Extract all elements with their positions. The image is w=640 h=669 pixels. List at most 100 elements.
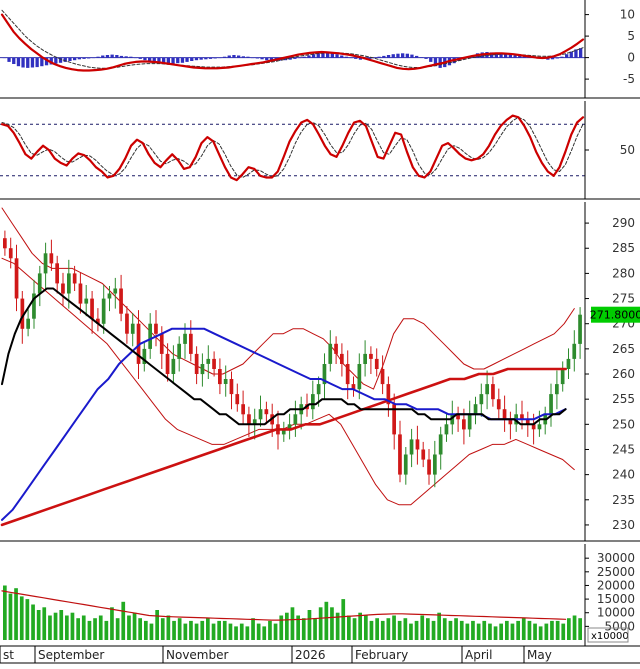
macd-histogram-bar	[2, 57, 6, 59]
volume-bar	[420, 615, 425, 640]
volume-bar	[183, 623, 188, 640]
volume-bar	[98, 615, 103, 640]
candle-body	[549, 394, 553, 415]
candle-body	[560, 369, 565, 385]
volume-bar	[290, 607, 295, 640]
candle-body	[462, 419, 466, 430]
date-axis-label: September	[38, 648, 104, 662]
volume-bar	[493, 626, 498, 640]
date-axis-label: February	[355, 648, 408, 662]
candle-body	[107, 293, 112, 299]
stock-chart: 10 5 0 -5 50 290 285 280 275 270 265 260 255 250 245 24…	[0, 0, 640, 665]
macd-tick-label: -5	[623, 72, 635, 86]
macd-histogram-bar	[129, 56, 133, 58]
macd-histogram-bar	[419, 57, 423, 58]
candle-body	[328, 343, 333, 364]
price-tick-label: 230	[612, 518, 635, 532]
volume-bar	[550, 620, 554, 640]
stochastic-tick-label: 50	[620, 143, 635, 157]
volume-bar	[127, 615, 131, 640]
macd-histogram-bar	[180, 57, 185, 63]
candle-body	[345, 364, 350, 385]
macd-histogram-bar	[508, 55, 512, 58]
candle-body	[258, 409, 263, 420]
candle-body	[14, 258, 19, 299]
volume-bar	[544, 623, 549, 640]
volume-bar	[132, 612, 137, 640]
macd-histogram-bar	[265, 57, 269, 61]
macd-histogram-bar	[237, 55, 241, 58]
volume-bar	[318, 607, 323, 640]
volume-bar	[59, 610, 64, 640]
macd-histogram-bar	[344, 56, 348, 58]
macd-histogram-bar	[73, 57, 77, 61]
macd-histogram-bar	[185, 57, 189, 62]
macd-histogram-bar	[16, 57, 21, 67]
volume-bar	[426, 618, 430, 640]
volume-tick-label: 30000	[597, 551, 635, 565]
volume-bar	[454, 618, 458, 640]
volume-bar	[442, 618, 447, 640]
volume-bar	[93, 618, 97, 640]
macd-histogram-bar	[208, 57, 213, 59]
candle-body	[398, 434, 402, 475]
macd-histogram-bar	[513, 55, 517, 58]
volume-ma-line	[1, 590, 567, 621]
macd-histogram-bar	[91, 57, 95, 59]
volume-bar	[380, 620, 385, 640]
price-tick-label: 285	[612, 241, 635, 255]
macd-histogram-bar	[68, 57, 72, 61]
candle-body	[409, 439, 414, 455]
volume-bar	[347, 615, 351, 640]
volume-bar	[268, 620, 272, 640]
candle-body	[403, 454, 408, 475]
candle-body	[537, 424, 542, 430]
volume-bar	[8, 593, 13, 640]
candle-body	[218, 369, 222, 385]
candle-body	[572, 343, 577, 359]
macd-histogram-bar	[255, 57, 259, 59]
macd-histogram-bar	[190, 57, 194, 61]
macd-histogram-bar	[297, 57, 302, 59]
candle-body	[235, 394, 240, 405]
volume-bar	[14, 588, 18, 640]
volume-bar	[369, 620, 374, 640]
volume-bar	[352, 618, 357, 640]
macd-histogram-bar	[396, 53, 400, 58]
volume-bar	[448, 620, 453, 640]
volume-bar	[256, 623, 261, 640]
volume-bar	[375, 618, 379, 640]
volume-bar	[510, 623, 515, 640]
volume-bar	[200, 620, 205, 640]
candle-body	[229, 379, 234, 395]
macd-histogram-bar	[232, 55, 236, 58]
volume-bar	[53, 612, 58, 640]
date-axis-label: 2026	[295, 648, 326, 662]
date-axis-label: November	[166, 648, 228, 662]
macd-histogram-bar	[105, 55, 110, 58]
candle-body	[119, 288, 123, 314]
volume-bar	[172, 620, 176, 640]
candle-body	[148, 323, 152, 349]
macd-histogram-bar	[382, 55, 386, 58]
candle-body	[26, 318, 30, 329]
macd-histogram-bar	[119, 55, 124, 58]
candle-body	[421, 449, 426, 460]
volume-bar	[251, 618, 255, 640]
price-tick-label: 235	[612, 493, 635, 507]
price-tick-label: 255	[612, 392, 635, 406]
date-axis-label: April	[465, 648, 492, 662]
macd-histogram-bar	[429, 57, 433, 62]
volume-bar	[527, 620, 532, 640]
bollinger-upper-band	[1, 207, 575, 390]
candle-body	[212, 358, 216, 369]
volume-tick-label: 15000	[597, 592, 635, 606]
macd-histogram-bar	[77, 57, 81, 60]
volume-bar	[217, 620, 221, 640]
candle-body	[357, 364, 362, 390]
volume-bar	[488, 623, 492, 640]
volume-bar	[313, 618, 317, 640]
price-tick-label: 265	[612, 342, 635, 356]
candle-body	[189, 333, 193, 354]
volume-bar	[364, 615, 368, 640]
